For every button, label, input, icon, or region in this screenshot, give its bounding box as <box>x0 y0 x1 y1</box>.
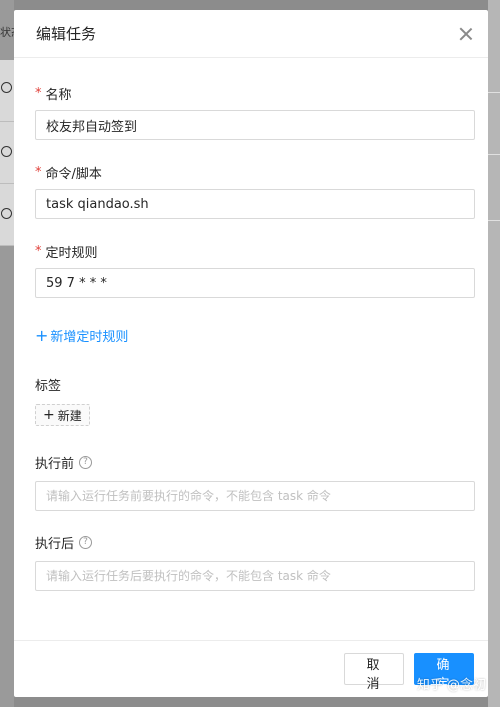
new-tag-label: 新建 <box>57 408 82 423</box>
background-row <box>0 122 14 184</box>
command-label-row: * 命令/脚本 <box>35 162 475 182</box>
background-divider <box>488 220 500 221</box>
required-mark: * <box>35 243 42 259</box>
after-label-row: 执行后 ? <box>35 532 475 552</box>
before-input[interactable] <box>35 481 475 511</box>
background-row <box>0 184 14 246</box>
background-row <box>0 60 14 122</box>
clock-icon <box>1 208 12 219</box>
before-field: 执行前 ? <box>35 452 475 511</box>
command-field: * 命令/脚本 <box>35 162 475 219</box>
name-field: * 名称 <box>35 83 475 140</box>
modal-title: 编辑任务 <box>36 25 97 43</box>
required-mark: * <box>35 164 42 180</box>
after-input[interactable] <box>35 561 475 591</box>
modal-header: 编辑任务 <box>14 10 488 58</box>
schedule-input[interactable] <box>35 268 475 298</box>
clock-icon <box>1 82 12 93</box>
add-schedule-link[interactable]: + 新增定时规则 <box>35 326 128 345</box>
add-schedule-label: 新增定时规则 <box>50 330 129 345</box>
after-field: 执行后 ? <box>35 532 475 591</box>
plus-icon: + <box>35 326 49 345</box>
new-tag-button[interactable]: + 新建 <box>35 404 90 426</box>
before-label-row: 执行前 ? <box>35 452 475 472</box>
plus-icon: + <box>43 407 55 423</box>
background-page-right <box>488 0 500 707</box>
watermark: 知乎 @念初 <box>416 678 486 693</box>
close-icon[interactable] <box>458 26 474 42</box>
after-label: 执行后 <box>35 536 75 552</box>
schedule-field: * 定时规则 <box>35 241 475 298</box>
name-label-row: * 名称 <box>35 83 475 103</box>
modal-body: * 名称 * 命令/脚本 * 定时规则 + 新增定时规则 <box>14 83 488 591</box>
background-column-header: 状态 <box>0 26 14 39</box>
name-label: 名称 <box>45 87 72 103</box>
tags-field: 标签 + 新建 <box>35 374 475 426</box>
edit-task-modal: 编辑任务 * 名称 * 命令/脚本 * 定时规则 <box>14 10 488 697</box>
add-schedule-row: + 新增定时规则 <box>35 326 475 345</box>
help-icon[interactable]: ? <box>79 535 93 549</box>
schedule-label: 定时规则 <box>45 245 98 261</box>
tags-label: 标签 <box>35 378 62 394</box>
clock-icon <box>1 146 12 157</box>
background-divider <box>488 92 500 93</box>
required-mark: * <box>35 85 42 101</box>
name-input[interactable] <box>35 110 475 140</box>
command-input[interactable] <box>35 189 475 219</box>
tags-container: + 新建 <box>35 404 475 426</box>
help-icon[interactable]: ? <box>79 455 93 469</box>
cancel-button[interactable]: 取 消 <box>344 653 404 692</box>
before-label: 执行前 <box>35 456 75 472</box>
command-label: 命令/脚本 <box>45 166 102 182</box>
background-divider <box>488 154 500 155</box>
schedule-label-row: * 定时规则 <box>35 241 475 261</box>
background-page-left: 状态 <box>0 0 14 707</box>
